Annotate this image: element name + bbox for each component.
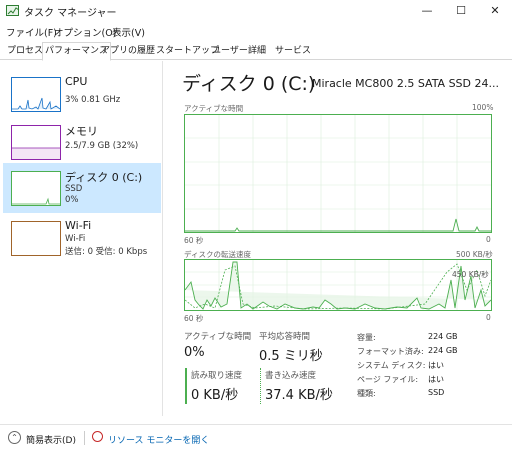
property-value: 224 GB (428, 346, 458, 355)
menu-file[interactable]: ファイル(F) (6, 25, 57, 39)
task-manager-app-icon (6, 5, 20, 16)
property-key: 種類: (357, 389, 376, 398)
sidebar-item-memory[interactable]: メモリ 2.5/7.9 GB (32%) (3, 117, 161, 167)
memory-thumbnail-graph (11, 125, 61, 160)
sidebar-memory-usage: 2.5/7.9 GB (32%) (65, 141, 139, 151)
property-key: 容量: (357, 333, 376, 342)
simple-view-link[interactable]: 簡易表示(D) (26, 433, 76, 446)
menu-options[interactable]: オプション(O) (54, 25, 116, 39)
active-time-graph-time: 60 秒 (184, 236, 204, 245)
sidebar-item-wifi[interactable]: Wi-Fi Wi-Fi 送信: 0 受信: 0 Kbps (3, 213, 161, 263)
maximize-button[interactable]: ☐ (444, 0, 478, 22)
transfer-rate-graph (184, 259, 492, 311)
cpu-thumbnail-graph (11, 77, 61, 112)
open-resource-monitor-link[interactable]: リソース モニターを開く (108, 433, 209, 446)
title-bar: タスク マネージャー — ☐ ✕ (0, 0, 512, 22)
transfer-graph-min: 0 (486, 313, 491, 322)
active-time-label: アクティブな時間 (184, 332, 252, 342)
sidebar-item-cpu[interactable]: CPU 3% 0.81 GHz (3, 69, 161, 119)
response-time-label: 平均応答時間 (259, 332, 311, 342)
divider (84, 431, 85, 445)
disk-thumbnail-graph (11, 171, 61, 206)
resource-monitor-icon (92, 431, 103, 442)
transfer-graph-mid: 450 KB/秒 (452, 270, 489, 279)
property-value: SSD (428, 388, 445, 397)
sidebar-cpu-name: CPU (65, 75, 88, 88)
active-time-graph (184, 114, 492, 233)
tab-app-history[interactable]: アプリの履歴 (98, 42, 158, 60)
performance-sidebar: CPU 3% 0.81 GHz メモリ 2.5/7.9 GB (32%) ディス… (0, 61, 163, 416)
page-title: ディスク 0 (C:) (182, 73, 316, 95)
minimize-button[interactable]: — (410, 0, 444, 22)
active-time-value: 0% (184, 345, 205, 360)
menu-bar: ファイル(F) オプション(O) 表示(V) (0, 22, 512, 40)
read-speed-label: 読み取り速度 (191, 371, 243, 381)
active-time-graph-max: 100% (472, 103, 494, 112)
close-button[interactable]: ✕ (478, 0, 512, 22)
response-time-value: 0.5 ミリ秒 (259, 349, 323, 364)
tab-bar: プロセス パフォーマンス アプリの履歴 スタートアップ ユーザー 詳細 サービス (0, 40, 512, 61)
chevron-up-icon[interactable]: ⌃ (8, 431, 21, 444)
active-time-graph-min: 0 (486, 235, 491, 244)
read-speed-indicator (185, 368, 187, 404)
sidebar-disk-name: ディスク 0 (C:) (65, 171, 143, 184)
sidebar-wifi-throughput: 送信: 0 受信: 0 Kbps (65, 247, 148, 257)
sidebar-cpu-usage: 3% 0.81 GHz (65, 95, 121, 105)
property-key: システム ディスク: (357, 361, 426, 370)
bottom-bar: ⌃ 簡易表示(D) リソース モニターを開く (0, 424, 512, 448)
property-value: はい (428, 375, 444, 384)
tab-processes[interactable]: プロセス (4, 42, 46, 60)
tab-details[interactable]: 詳細 (245, 42, 269, 60)
sidebar-item-disk[interactable]: ディスク 0 (C:) SSD 0% (3, 163, 161, 213)
active-time-graph-label: アクティブな時間 (184, 104, 244, 113)
disk-model-name: Miracle MC800 2.5 SATA SSD 24... (312, 77, 499, 90)
tab-services[interactable]: サービス (272, 42, 314, 60)
write-speed-value: 37.4 KB/秒 (265, 388, 333, 403)
read-speed-value: 0 KB/秒 (191, 388, 239, 403)
window-title: タスク マネージャー (24, 8, 117, 19)
sidebar-memory-name: メモリ (65, 125, 98, 138)
write-speed-label: 書き込み速度 (265, 371, 317, 381)
sidebar-disk-usage: 0% (65, 195, 79, 205)
sidebar-wifi-adapter: Wi-Fi (65, 234, 86, 244)
property-key: フォーマット済み: (357, 347, 424, 356)
sidebar-disk-type: SSD (65, 184, 83, 194)
wifi-thumbnail-graph (11, 221, 61, 256)
transfer-graph-time: 60 秒 (184, 314, 204, 323)
property-value: 224 GB (428, 332, 458, 341)
property-key: ページ ファイル: (357, 375, 419, 384)
disk-detail-panel: ディスク 0 (C:) Miracle MC800 2.5 SATA SSD 2… (172, 61, 512, 416)
write-speed-indicator (260, 368, 261, 404)
sidebar-wifi-name: Wi-Fi (65, 219, 92, 232)
property-value: はい (428, 361, 444, 370)
menu-view[interactable]: 表示(V) (112, 25, 145, 39)
